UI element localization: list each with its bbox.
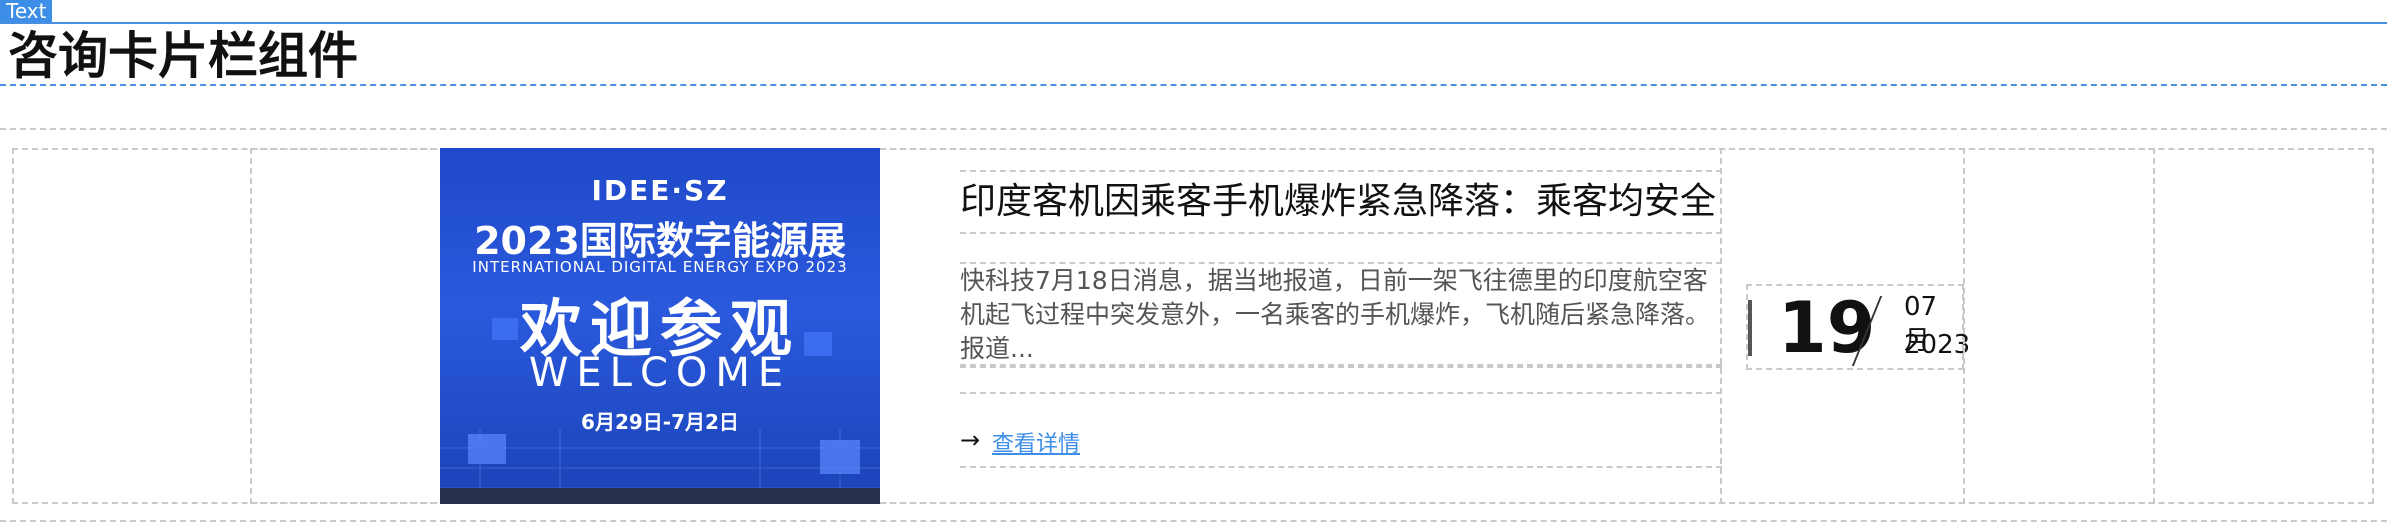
arrow-right-icon: →	[960, 426, 981, 454]
link-divider	[960, 392, 1722, 394]
top-divider	[0, 22, 2387, 24]
poster-date: 6月29日-7月2日	[581, 410, 739, 434]
date-bar	[1748, 300, 1752, 356]
text-tag: Text	[0, 0, 53, 22]
title-divider	[0, 84, 2387, 86]
news-headline[interactable]: 印度客机因乘客手机爆炸紧急降落：乘客均安全	[960, 170, 1722, 234]
date-day: 19	[1778, 287, 1876, 369]
more-link-row: → 查看详情	[960, 364, 1722, 468]
poster-subtitle: INTERNATIONAL DIGITAL ENERGY EXPO 2023	[472, 258, 848, 276]
date-year: 2023	[1904, 330, 1971, 360]
news-summary: 快科技7月18日消息，据当地报道，日前一架飞往德里的印度航空客机起飞过程中突发意…	[960, 262, 1722, 368]
poster-logo: IDEE·SZ	[591, 174, 729, 207]
news-image[interactable]: IDEE·SZ 2023国际数字能源展 INTERNATIONAL DIGITA…	[440, 148, 880, 504]
page-title: 咨询卡片栏组件	[8, 27, 358, 85]
right-divider	[1963, 148, 1965, 504]
poster-welcome-en: WELCOME	[528, 350, 792, 396]
poster-title: 2023国际数字能源展	[474, 219, 846, 263]
card-content: 印度客机因乘客手机爆炸紧急降落：乘客均安全 快科技7月18日消息，据当地报道，日…	[960, 148, 1722, 504]
view-details-link[interactable]: 查看详情	[992, 426, 1080, 458]
content-divider	[1720, 148, 1722, 504]
date-badge: 19 07月 2023	[1746, 284, 1970, 370]
